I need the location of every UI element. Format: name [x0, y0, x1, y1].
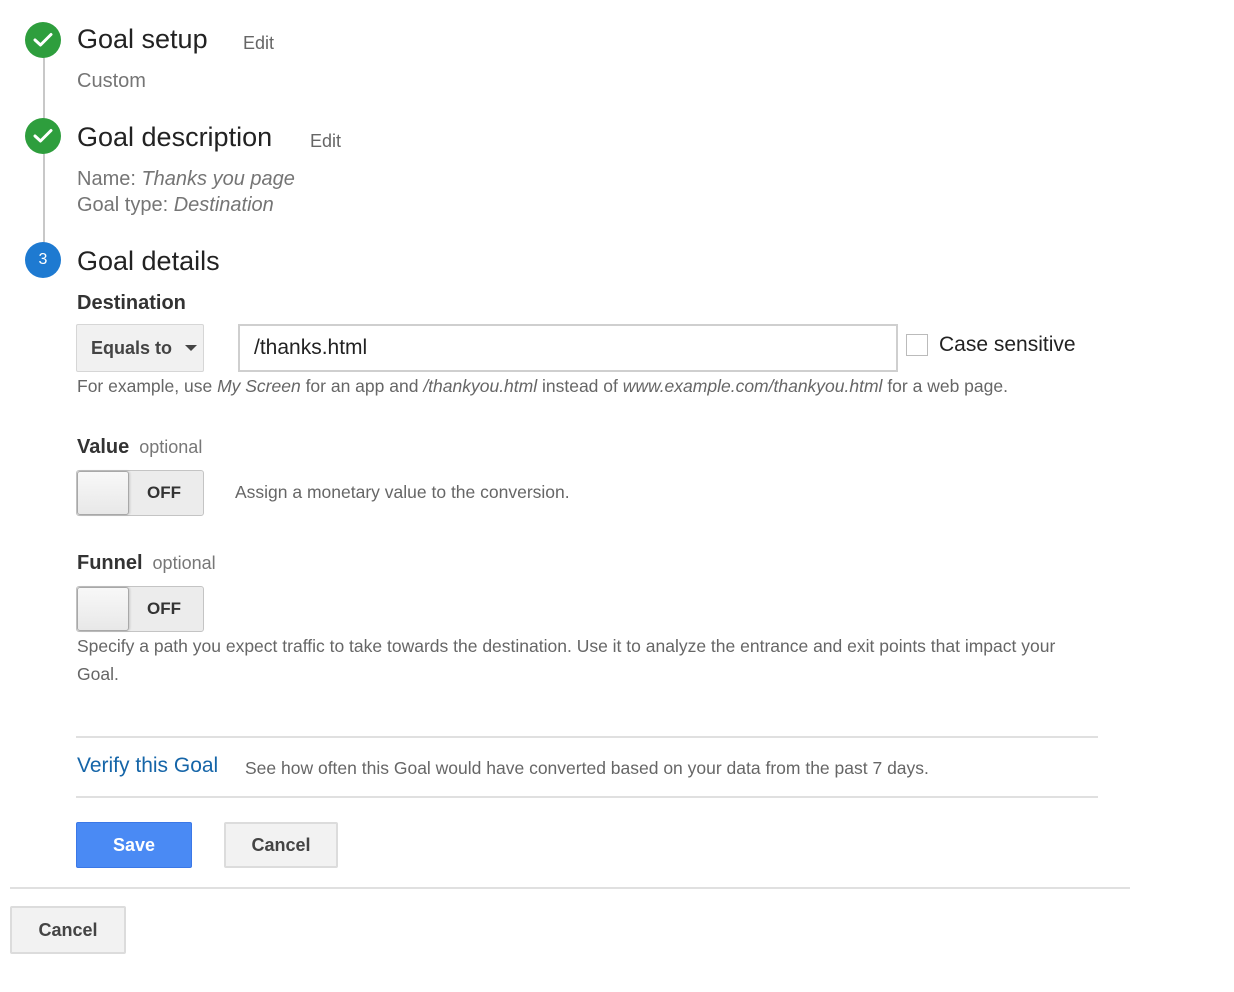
destination-url-input[interactable] [238, 324, 898, 372]
case-sensitive-label: Case sensitive [939, 333, 1076, 356]
help-text-part: for a web page. [882, 376, 1008, 396]
value-label-row: Value optional [77, 436, 202, 459]
funnel-description: Specify a path you expect traffic to tak… [77, 632, 1055, 688]
case-sensitive-checkbox[interactable] [906, 334, 928, 356]
divider [10, 887, 1130, 889]
divider [76, 736, 1098, 738]
funnel-toggle-state: OFF [147, 599, 181, 618]
outer-cancel-button[interactable]: Cancel [10, 906, 126, 954]
goal-name-line: Name: Thanks you page [77, 166, 295, 192]
step-title-goal-details: Goal details [77, 246, 220, 276]
value-toggle[interactable]: OFF [76, 470, 204, 516]
goal-name-value: Thanks you page [141, 168, 295, 190]
toggle-knob[interactable] [77, 587, 129, 631]
cancel-button[interactable]: Cancel [224, 822, 338, 868]
step-complete-check-icon [25, 22, 61, 58]
help-example-url: www.example.com/thankyou.html [622, 376, 883, 396]
step-complete-check-icon [25, 118, 61, 154]
funnel-description-line: Goal. [77, 664, 119, 684]
match-type-value: Equals to [91, 337, 173, 358]
step-number-badge: 3 [25, 242, 61, 278]
funnel-toggle[interactable]: OFF [76, 586, 204, 632]
divider [76, 796, 1098, 798]
goal-setup-summary: Custom [77, 70, 146, 92]
help-example-app: My Screen [217, 376, 301, 396]
goal-type-line: Goal type: Destination [77, 192, 274, 218]
funnel-label-row: Funnel optional [77, 552, 216, 575]
edit-goal-setup-link[interactable]: Edit [243, 33, 274, 54]
value-label: Value [77, 436, 130, 458]
funnel-label: Funnel [77, 552, 143, 574]
goal-type-label: Goal type: [77, 194, 169, 216]
save-button[interactable]: Save [76, 822, 192, 868]
goal-name-label: Name: [77, 168, 136, 190]
verify-goal-link[interactable]: Verify this Goal [77, 754, 218, 778]
help-text-part: For example, use [77, 376, 218, 396]
destination-help-text: For example, use My Screen for an app an… [77, 372, 1008, 400]
verify-description: See how often this Goal would have conve… [245, 758, 929, 778]
help-example-path: /thankyou.html [423, 376, 538, 396]
toggle-knob[interactable] [77, 471, 129, 515]
help-text-part: instead of [537, 376, 623, 396]
edit-goal-description-link[interactable]: Edit [310, 131, 341, 152]
funnel-optional-tag: optional [152, 553, 216, 573]
chevron-down-icon [185, 345, 198, 351]
match-type-dropdown[interactable]: Equals to [76, 324, 204, 372]
help-text-part: for an app and [300, 376, 424, 396]
value-description: Assign a monetary value to the conversio… [235, 482, 570, 502]
destination-label: Destination [77, 292, 186, 314]
funnel-description-line: Specify a path you expect traffic to tak… [77, 636, 1056, 656]
goal-type-value: Destination [173, 194, 274, 216]
step-title-goal-setup: Goal setup [77, 24, 208, 54]
value-optional-tag: optional [139, 437, 203, 457]
value-toggle-state: OFF [147, 483, 181, 502]
step-title-goal-description: Goal description [77, 122, 273, 152]
